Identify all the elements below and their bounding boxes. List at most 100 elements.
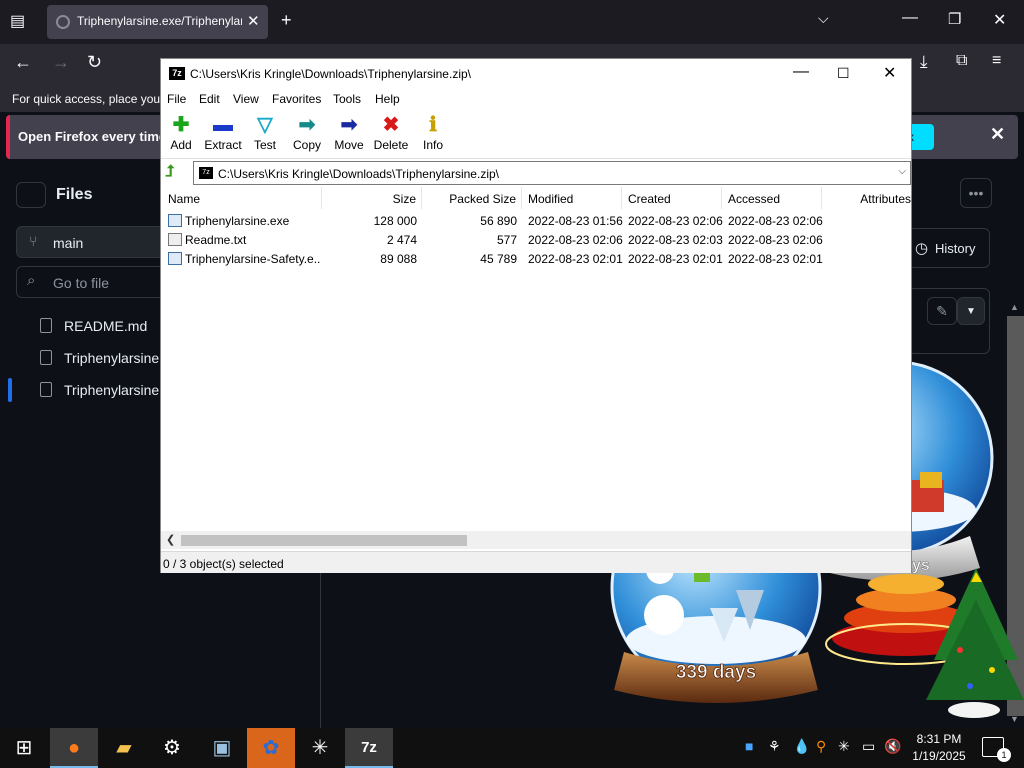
add-button[interactable]: ✚ Add <box>159 114 203 158</box>
column-header-attributes[interactable]: Attributes <box>822 187 911 209</box>
menu-file[interactable]: File <box>167 92 186 106</box>
7zip-titlebar[interactable]: 7z C:\Users\Kris Kringle\Downloads\Triph… <box>161 59 911 89</box>
menu-tools[interactable]: Tools <box>333 92 361 106</box>
tray-volume-muted-icon[interactable]: 🔇 <box>884 738 901 755</box>
start-button[interactable]: ⊞ <box>0 728 48 768</box>
taskbar-app[interactable]: ▣ <box>198 728 246 768</box>
toolbar-label: Copy <box>292 138 321 152</box>
extensions-icon[interactable]: ⧉ <box>956 52 967 70</box>
reload-icon[interactable]: ↻ <box>87 52 102 73</box>
notification-center-icon[interactable]: 1 <box>982 737 1011 762</box>
close-window-icon[interactable]: ✕ <box>993 10 1006 30</box>
tray-network-icon[interactable]: ▭ <box>862 738 875 755</box>
copy-button[interactable]: ➡ Copy <box>285 114 329 158</box>
edit-pencil-icon[interactable]: ✎ <box>927 297 957 325</box>
menu-icon[interactable]: ≡ <box>992 52 1001 70</box>
tray-people-icon[interactable]: ⚘ <box>768 738 781 755</box>
selected-indicator <box>8 378 12 402</box>
maximize-icon[interactable]: ☐ <box>837 65 850 82</box>
7zip-window: 7z C:\Users\Kris Kringle\Downloads\Triph… <box>160 58 912 573</box>
globe-left-label: 339 days <box>676 662 756 683</box>
back-icon[interactable]: ← <box>14 52 32 73</box>
search-icon: ⌕ <box>27 272 36 289</box>
column-header-modified[interactable]: Modified <box>522 187 622 209</box>
go-to-file-input[interactable]: ⌕ Go to file <box>16 266 176 298</box>
downloads-icon[interactable]: ⤓ <box>920 52 928 72</box>
scrollbar-thumb[interactable] <box>181 535 467 546</box>
notice-text: Open Firefox every time y <box>18 129 177 144</box>
taskbar-snowflake-app[interactable]: ✳ <box>296 728 344 768</box>
column-header-name[interactable]: Name <box>161 187 322 209</box>
plus-icon: ✚ <box>172 114 190 136</box>
tab-list-icon[interactable]: ▤ <box>10 11 25 31</box>
files-title: Files <box>56 186 93 203</box>
tree-item-triphenylarsine-exe[interactable]: Triphenylarsine.exe <box>40 380 186 404</box>
toolbar-label: Add <box>170 138 192 152</box>
minimize-icon[interactable]: — <box>902 9 918 27</box>
delete-button[interactable]: ✖ Delete <box>369 114 413 158</box>
cell-name: Readme.txt <box>185 233 247 247</box>
gadget-icon: ✿ <box>262 737 280 759</box>
taskbar-settings[interactable]: ⚙ <box>148 728 196 768</box>
restore-icon[interactable]: ❐ <box>948 10 961 28</box>
tree-item-readme[interactable]: README.md <box>40 316 170 340</box>
x-icon: ✖ <box>382 114 400 136</box>
text-file-icon <box>168 233 182 246</box>
tab-title: Triphenylarsine.exe/Triphenylarsine <box>77 14 242 28</box>
info-button[interactable]: ℹ Info <box>411 114 455 158</box>
table-row[interactable]: Readme.txt 2 474 577 2022-08-23 02:06 20… <box>161 230 911 249</box>
scroll-up-icon[interactable]: ▲ <box>1010 302 1019 312</box>
new-tab-icon[interactable]: + <box>281 10 292 31</box>
menu-help[interactable]: Help <box>375 92 400 106</box>
taskbar-firefox[interactable]: ● <box>50 728 98 768</box>
minus-icon: ▬ <box>213 114 233 136</box>
menu-favorites[interactable]: Favorites <box>272 92 321 106</box>
column-header-size[interactable]: Size <box>322 187 422 209</box>
file-icon <box>40 382 52 397</box>
toolbar: ✚ Add ▬ Extract ▽ Test ➡ Copy ➡ Move ✖ D… <box>161 109 911 159</box>
close-icon[interactable]: ✕ <box>883 63 896 83</box>
path-combobox[interactable]: 7z C:\Users\Kris Kringle\Downloads\Triph… <box>193 161 911 185</box>
branch-icon: ⑂ <box>29 233 38 249</box>
tab-close-icon[interactable]: ✕ <box>247 12 260 30</box>
taskbar-gadget-app[interactable]: ✿ <box>247 728 295 768</box>
scroll-left-icon[interactable]: ❮ <box>166 533 175 546</box>
taskbar-file-explorer[interactable]: ▰ <box>100 728 148 768</box>
up-folder-icon[interactable]: ⮥ <box>165 163 185 183</box>
file-icon <box>40 318 52 333</box>
toolbar-label: Move <box>334 138 364 152</box>
horizontal-scrollbar[interactable]: ❮ <box>161 531 911 549</box>
chevron-down-icon[interactable]: ⌵ <box>898 166 906 177</box>
taskbar-7zip[interactable]: 7z <box>345 728 393 768</box>
edit-dropdown-button[interactable]: ▼ <box>957 297 985 325</box>
notice-close-icon[interactable]: ✕ <box>990 124 1005 145</box>
table-row[interactable]: Triphenylarsine-Safety.e... 89 088 45 78… <box>161 249 911 268</box>
tab-active[interactable]: Triphenylarsine.exe/Triphenylarsine ✕ <box>47 5 268 39</box>
branch-selector[interactable]: ⑂ main <box>16 226 176 258</box>
window-title: C:\Users\Kris Kringle\Downloads\Tripheny… <box>190 67 471 81</box>
forward-icon[interactable]: → <box>52 52 70 73</box>
tray-drop-icon[interactable]: 💧 <box>793 738 810 755</box>
minimize-icon[interactable]: — <box>793 63 809 81</box>
tray-app-icon[interactable]: ■ <box>745 738 753 754</box>
more-options-button[interactable]: ••• <box>960 178 992 208</box>
list-all-tabs-icon[interactable]: ⌵ <box>818 10 829 27</box>
collapse-sidebar-icon[interactable] <box>16 182 46 208</box>
tree-item-triphenylarsine[interactable]: Triphenylarsine <box>40 348 170 372</box>
test-button[interactable]: ▽ Test <box>243 114 287 158</box>
history-button[interactable]: ◷ History <box>908 228 990 268</box>
menu-edit[interactable]: Edit <box>199 92 220 106</box>
column-header-created[interactable]: Created <box>622 187 722 209</box>
cell-accessed: 2022-08-23 02:06 <box>728 233 823 247</box>
column-header-accessed[interactable]: Accessed <box>722 187 822 209</box>
7zip-logo-icon: 7z <box>169 67 185 80</box>
clock-time: 8:31 PM <box>916 732 962 746</box>
menu-view[interactable]: View <box>233 92 259 106</box>
table-row[interactable]: Triphenylarsine.exe 128 000 56 890 2022-… <box>161 211 911 230</box>
column-header-packed-size[interactable]: Packed Size <box>422 187 522 209</box>
clock[interactable]: 8:31 PM 1/19/2025 <box>904 731 974 765</box>
extract-button[interactable]: ▬ Extract <box>201 114 245 158</box>
move-button[interactable]: ➡ Move <box>327 114 371 158</box>
tray-search-icon[interactable]: ⚲ <box>816 738 826 755</box>
tray-snowflake-icon[interactable]: ✳ <box>838 738 850 755</box>
